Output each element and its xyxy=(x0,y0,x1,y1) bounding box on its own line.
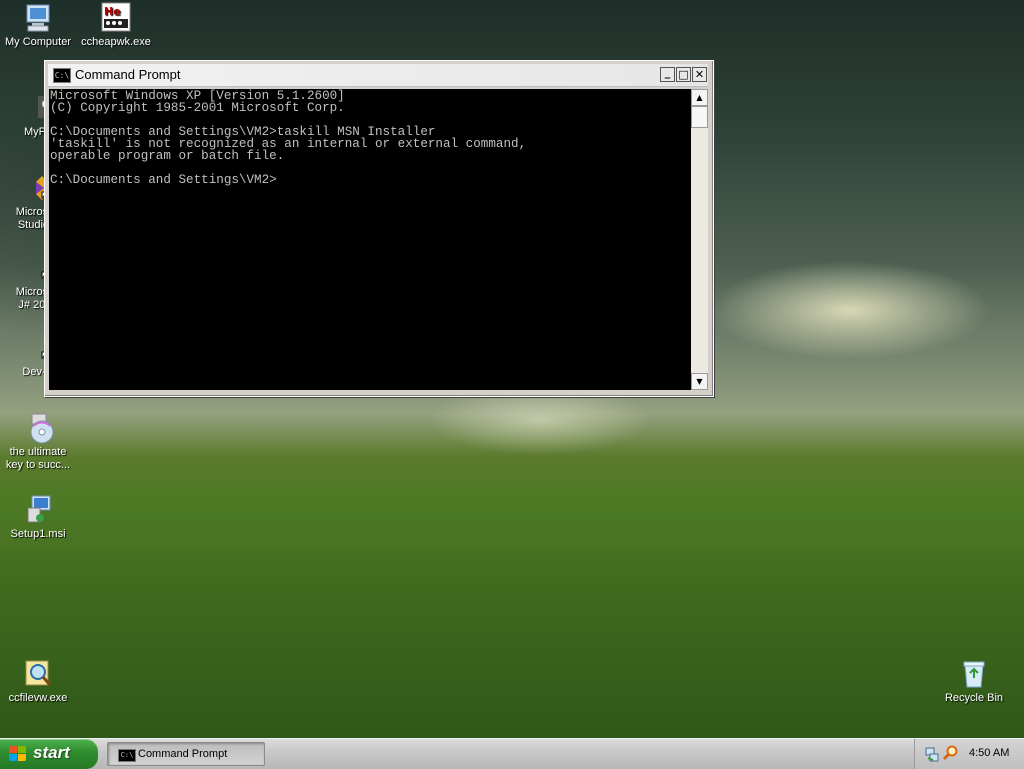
scrollbar-thumb[interactable] xyxy=(691,106,708,128)
minimize-button[interactable]: _ xyxy=(660,67,675,82)
desktop-wallpaper-horizon xyxy=(0,520,1024,550)
taskbar: start C:\ Command Prompt 4:50 AM xyxy=(0,738,1024,769)
command-prompt-icon: C:\ xyxy=(118,749,136,762)
file-viewer-icon xyxy=(22,658,54,690)
desktop-icon-label: Recycle Bin xyxy=(944,692,1004,704)
svg-text:He: He xyxy=(104,5,121,18)
windows-flag-icon xyxy=(9,746,27,762)
console-output[interactable]: Microsoft Windows XP [Version 5.1.2600](… xyxy=(49,89,691,390)
desktop-icon-recycle-bin[interactable]: Recycle Bin xyxy=(936,658,1012,705)
my-computer-icon xyxy=(22,2,54,34)
hex-editor-icon: He xyxy=(100,2,132,34)
window-title-bar[interactable]: C:\ Command Prompt _ □ ✕ xyxy=(48,64,708,87)
taskbar-button-label: Command Prompt xyxy=(138,748,228,760)
msi-installer-icon xyxy=(22,494,54,526)
console-line: operable program or batch file. xyxy=(50,149,285,163)
desktop-icon-label: Setup1.msi xyxy=(10,528,66,540)
console-line: (C) Copyright 1985-2001 Microsoft Corp. xyxy=(50,101,345,115)
desktop-icon-label: ccheapwk.exe xyxy=(81,36,151,48)
command-prompt-icon: C:\ xyxy=(53,68,71,83)
desktop-icon-label: the ultimate key to succ... xyxy=(5,446,71,471)
taskbar-button-command-prompt[interactable]: C:\ Command Prompt xyxy=(107,742,265,766)
desktop-icon-label: ccfilevw.exe xyxy=(8,692,68,704)
command-prompt-window[interactable]: C:\ Command Prompt _ □ ✕ Microsoft Windo… xyxy=(44,60,714,397)
console-line: C:\Documents and Settings\VM2> xyxy=(50,173,277,187)
desktop: My Computer He ccheapwk.exe MyPa Microso… xyxy=(0,0,1024,738)
maximize-button[interactable]: □ xyxy=(676,67,691,82)
scroll-down-arrow-icon[interactable]: ▼ xyxy=(691,373,708,390)
desktop-icon-label: My Computer xyxy=(4,36,72,48)
recycle-bin-icon xyxy=(958,658,990,690)
desktop-icon-ccheapwk[interactable]: He ccheapwk.exe xyxy=(78,2,154,49)
cd-installer-icon xyxy=(22,412,54,444)
window-title: Command Prompt xyxy=(75,67,181,82)
desktop-icon-ultimate-key[interactable]: the ultimate key to succ... xyxy=(0,412,76,472)
clock[interactable]: 4:50 AM xyxy=(969,747,1009,759)
start-button[interactable]: start xyxy=(0,739,98,769)
search-icon[interactable] xyxy=(942,745,959,764)
vertical-scrollbar[interactable]: ▲ ▼ xyxy=(691,89,708,390)
close-button[interactable]: ✕ xyxy=(692,67,707,82)
desktop-icon-setup1[interactable]: Setup1.msi xyxy=(0,494,76,541)
scroll-up-arrow-icon[interactable]: ▲ xyxy=(691,89,708,106)
desktop-icon-my-computer[interactable]: My Computer xyxy=(0,2,76,49)
system-tray: 4:50 AM xyxy=(914,739,1024,769)
network-icon[interactable] xyxy=(925,746,939,765)
start-label: start xyxy=(33,743,70,762)
desktop-icon-ccfilevw[interactable]: ccfilevw.exe xyxy=(0,658,76,705)
